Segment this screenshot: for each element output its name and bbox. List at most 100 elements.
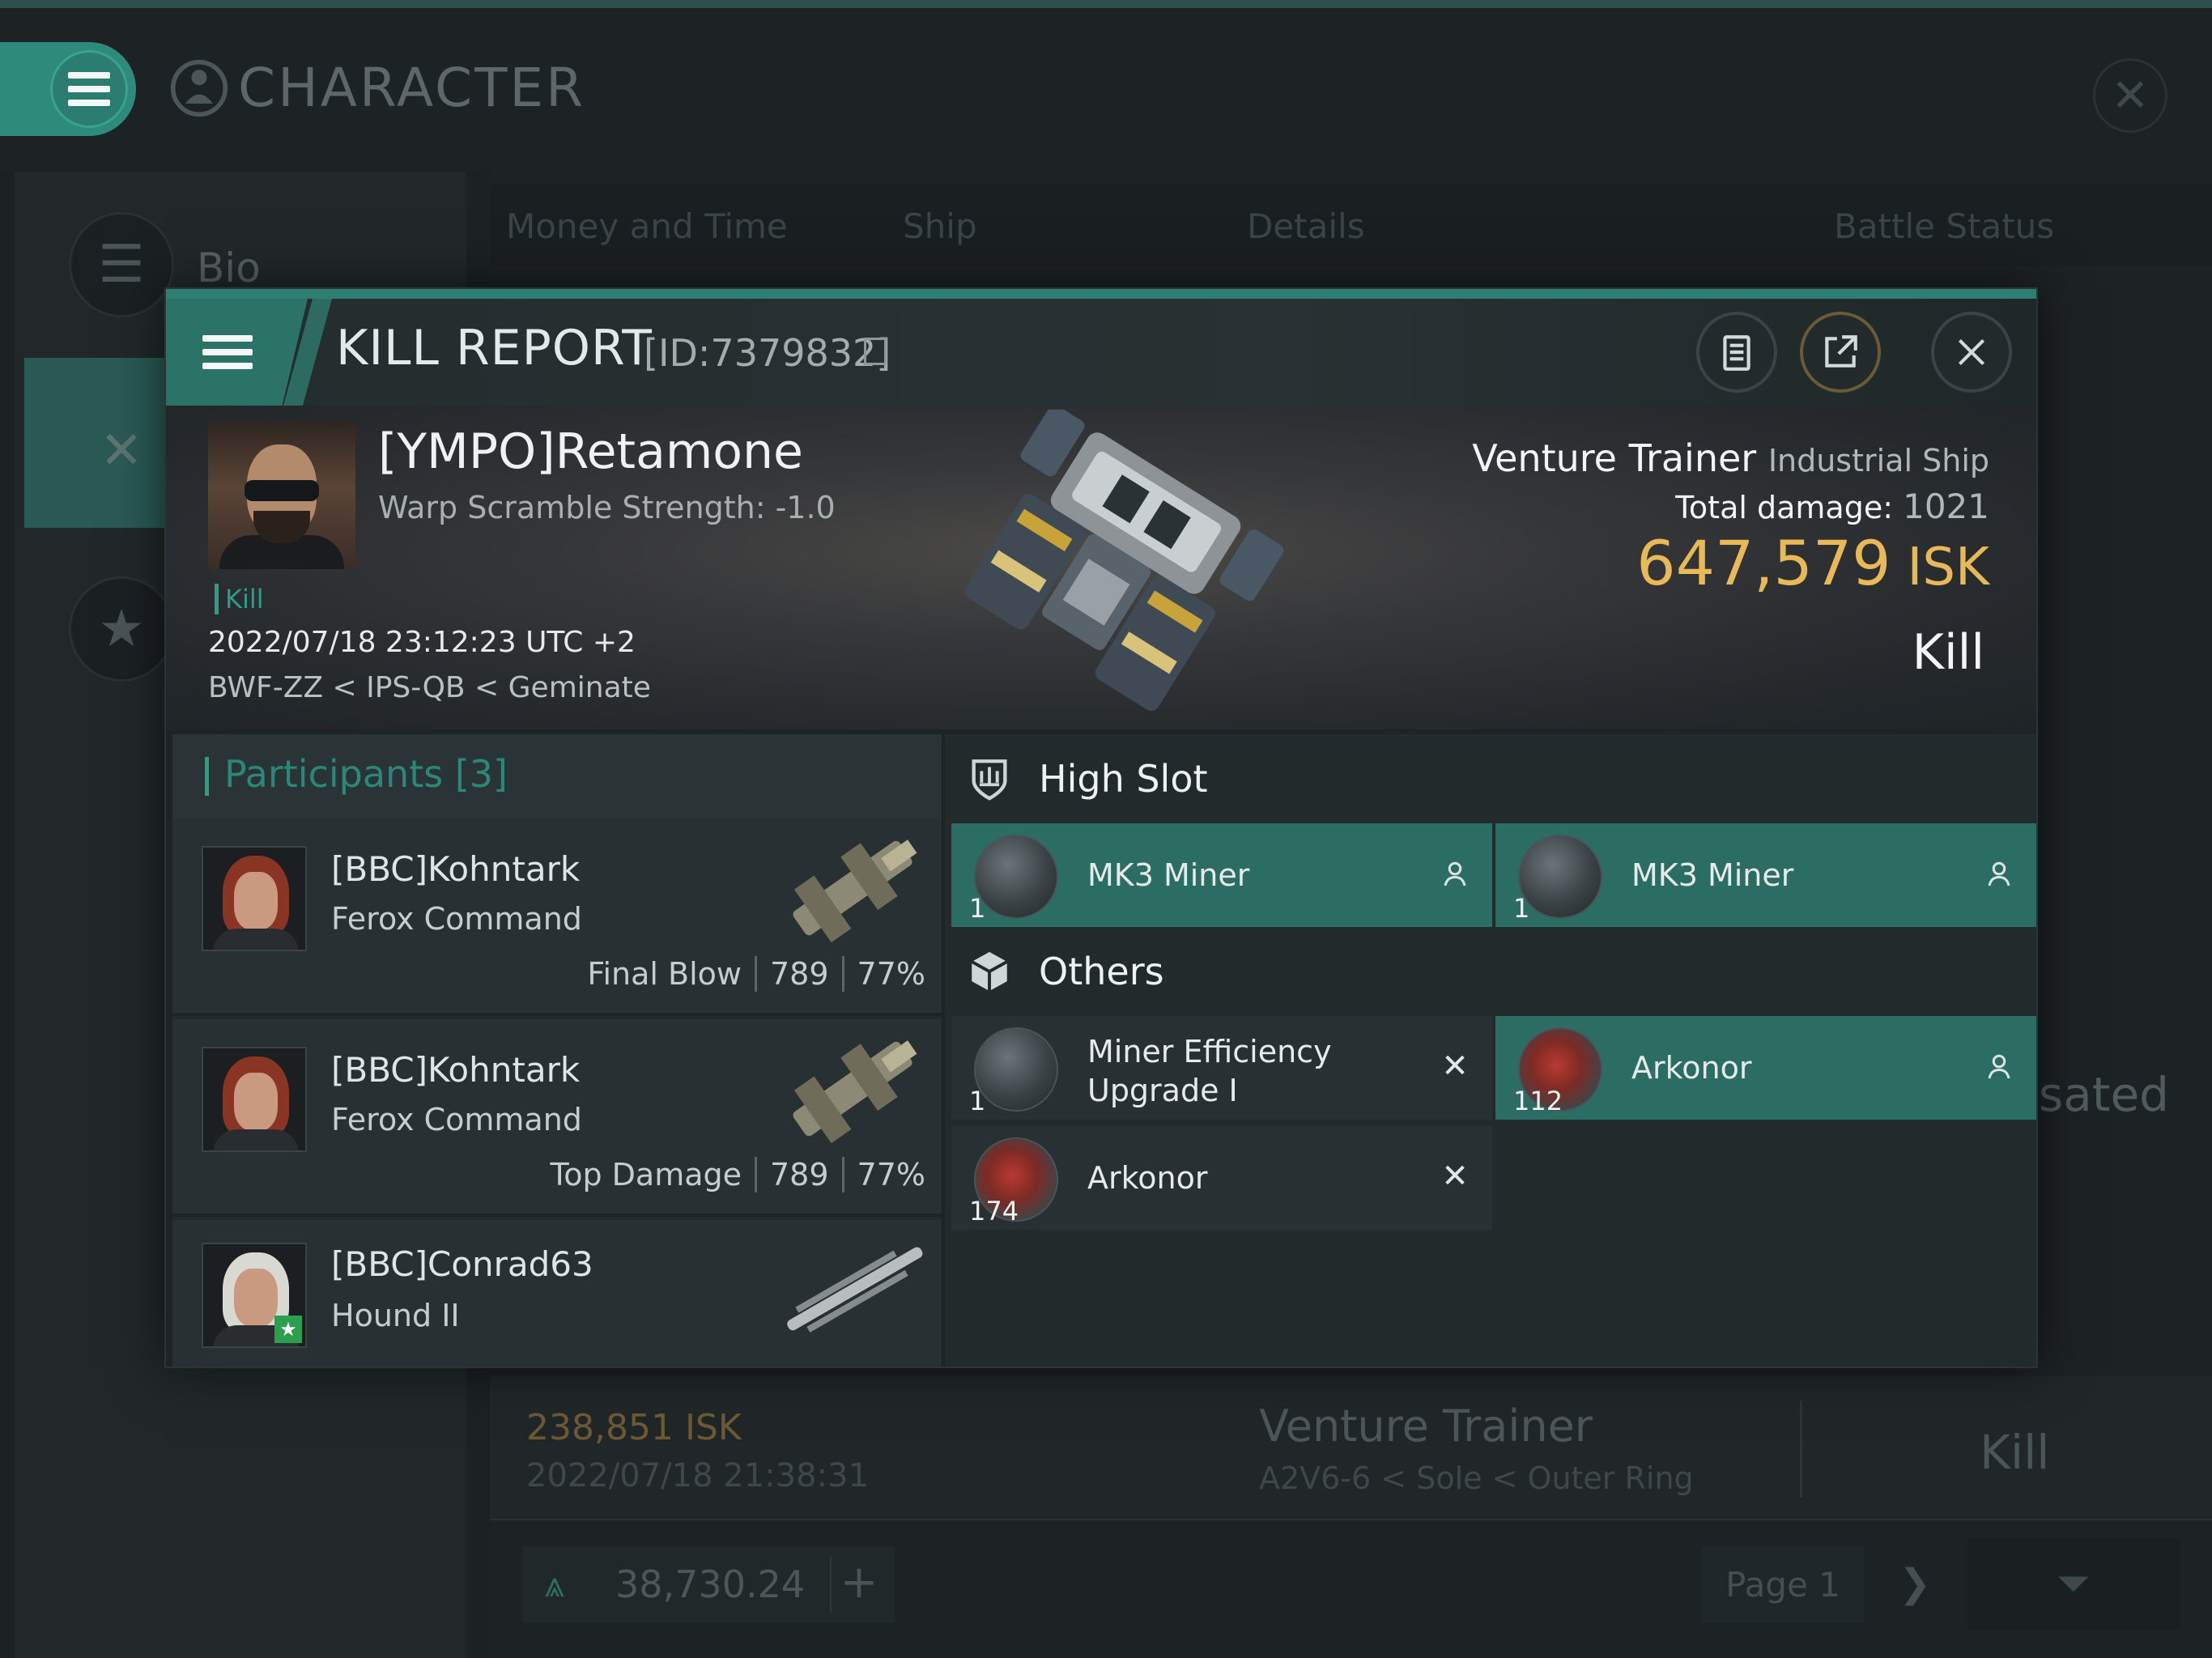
victim-banner: [YMPO]Retamone Warp Scramble Strength: -…: [166, 406, 2036, 729]
participant-avatar[interactable]: [202, 846, 307, 951]
others-label: Others: [1039, 950, 1164, 993]
item-name: MK3 Miner: [1087, 857, 1250, 893]
killmail-list-row[interactable]: 238,851 ISK 2022/07/18 21:38:31 Venture …: [490, 1376, 2212, 1520]
clipboard-icon: [1723, 335, 1750, 371]
others-section-header: Others: [945, 927, 2036, 1016]
crossed-swords-icon: ✕: [100, 421, 143, 481]
main-menu-button[interactable]: [0, 42, 136, 136]
item-quantity: 112: [1513, 1086, 1563, 1116]
victim-name[interactable]: [YMPO]Retamone: [378, 423, 803, 480]
participant-ship-image: [793, 840, 917, 943]
clipboard-button[interactable]: [1696, 312, 1777, 393]
window-top-border: [0, 0, 2212, 8]
cargo-box-icon: [945, 927, 1034, 1016]
participant-ship-image: [787, 1247, 923, 1333]
item-row[interactable]: 174 Arkonor ✕: [951, 1126, 1492, 1230]
participant-percent: 77%: [857, 956, 925, 992]
participant-name: [BBC]Kohntark: [331, 1050, 581, 1090]
kill-report-dialog: KILL REPORT [ID:7379832] [YMPO]Retamone …: [164, 287, 2038, 1368]
participant-ship-image: [793, 1040, 917, 1144]
item-icon: [1518, 835, 1602, 919]
share-button[interactable]: [1800, 312, 1881, 393]
hamburger-icon: [68, 72, 110, 106]
tab-battle-status[interactable]: Battle Status: [1834, 206, 2054, 246]
warp-scramble-strength: Warp Scramble Strength: -1.0: [378, 490, 836, 525]
participant-ship: Ferox Command: [331, 1102, 582, 1137]
participant-name: [BBC]Conrad63: [331, 1244, 593, 1284]
destroyed-x-icon: ✕: [1441, 1048, 1469, 1085]
total-damage-value: 1021: [1903, 487, 1989, 526]
item-row[interactable]: 1 Miner Efficiency Upgrade I ✕: [951, 1016, 1492, 1120]
victim-portrait[interactable]: [208, 422, 355, 569]
tab-money-and-time[interactable]: Money and Time: [506, 206, 788, 246]
victim-ship[interactable]: Venture Trainer Industrial Ship: [1472, 436, 1989, 480]
bottom-bar: ⩓ 38,730.24 + Page 1 ❯ ⏷: [490, 1530, 2212, 1658]
kill-location[interactable]: BWF-ZZ < IPS-QB < Geminate: [208, 671, 651, 704]
participant-percent: 77%: [857, 1157, 925, 1192]
participant-row[interactable]: [BBC]Kohntark Ferox Command Top Damage 7…: [172, 1019, 942, 1217]
participant-name: [BBC]Kohntark: [331, 849, 581, 889]
item-row[interactable]: 112 Arkonor: [1495, 1016, 2036, 1120]
kill-report-id: [ID:7379832]: [644, 331, 891, 375]
item-quantity: 1: [1513, 893, 1530, 924]
high-slot-label: High Slot: [1039, 757, 1208, 801]
participant-row[interactable]: [BBC]Kohntark Ferox Command Final Blow 7…: [172, 818, 942, 1016]
isk-wallet-icon: ⩓: [544, 1563, 565, 1605]
participant-damage: 789: [770, 956, 829, 992]
participants-count: Participants [3]: [224, 752, 508, 796]
item-quantity: 1: [969, 893, 986, 924]
item-icon: [974, 835, 1058, 919]
participant-avatar[interactable]: ★: [202, 1243, 307, 1348]
destroyed-x-icon: ✕: [1441, 1158, 1469, 1195]
killmail-tabs: Money and Time Ship Details Battle Statu…: [490, 185, 2212, 266]
next-page-icon[interactable]: ❯: [1899, 1561, 1931, 1606]
page-indicator[interactable]: Page 1: [1702, 1546, 1864, 1622]
participant-role: Final Blow: [587, 956, 742, 992]
hamburger-icon: [202, 335, 253, 369]
bio-menu-icon: ☰: [69, 212, 174, 317]
wallet-display: ⩓ 38,730.24 +: [522, 1546, 895, 1622]
kill-tag: Kill: [215, 584, 264, 614]
item-icon: [974, 1027, 1058, 1112]
add-isk-button[interactable]: +: [830, 1556, 887, 1613]
item-name: Arkonor: [1631, 1050, 1752, 1086]
participant-stats: Final Blow 789 77%: [587, 956, 925, 992]
character-window-title: CHARACTER: [168, 57, 585, 119]
close-kill-report-button[interactable]: [1931, 312, 2012, 393]
row-type: Kill: [1980, 1425, 2050, 1480]
participants-header: Participants [3]: [172, 734, 942, 818]
character-close-button[interactable]: ✕: [2093, 58, 2167, 133]
item-row[interactable]: 1 MK3 Miner: [951, 823, 1492, 927]
kill-result: Kill: [1912, 624, 1984, 681]
filter-button[interactable]: ⏷: [1967, 1538, 2180, 1629]
item-quantity: 174: [969, 1196, 1019, 1226]
tab-ship[interactable]: Ship: [903, 206, 977, 246]
high-slot-section-header: High Slot: [945, 734, 2036, 823]
participant-avatar[interactable]: [202, 1047, 307, 1152]
participant-ship: Ferox Command: [331, 901, 582, 937]
participant-role: Top Damage: [550, 1157, 742, 1192]
copy-id-icon[interactable]: [864, 338, 887, 365]
row-divider: [1800, 1401, 1802, 1498]
item-name: Arkonor: [1087, 1160, 1208, 1196]
star-medal-icon: ★: [69, 576, 174, 682]
victim-ship-name: Venture Trainer: [1472, 436, 1757, 480]
row-isk: 238,851 ISK: [526, 1407, 742, 1448]
fitting-items-panel: High Slot 1 MK3 Miner 1 MK3 Miner Others…: [945, 734, 2036, 1367]
close-icon: [1958, 338, 1985, 366]
victim-ship-class: Industrial Ship: [1767, 443, 1989, 478]
participant-ship: Hound II: [331, 1298, 460, 1333]
item-name: MK3 Miner: [1631, 857, 1794, 893]
item-row[interactable]: 1 MK3 Miner: [1495, 823, 2036, 927]
total-damage-label: Total damage:: [1675, 490, 1894, 525]
participants-panel: Participants [3] [BBC]Kohntark Ferox Com…: [172, 734, 942, 1367]
participant-stats: Top Damage 789 77%: [550, 1157, 925, 1192]
tab-details[interactable]: Details: [1247, 206, 1365, 246]
filter-icon: ⏷: [2057, 1558, 2091, 1608]
row-location: A2V6-6 < Sole < Outer Ring: [1259, 1460, 1694, 1496]
isk-unit: ISK: [1907, 538, 1989, 597]
participant-damage: 789: [770, 1157, 829, 1192]
participant-row[interactable]: ★ [BBC]Conrad63 Hound II: [172, 1220, 942, 1367]
victim-ship-image: [964, 410, 1284, 712]
row-ship-name: Venture Trainer: [1259, 1401, 1593, 1452]
